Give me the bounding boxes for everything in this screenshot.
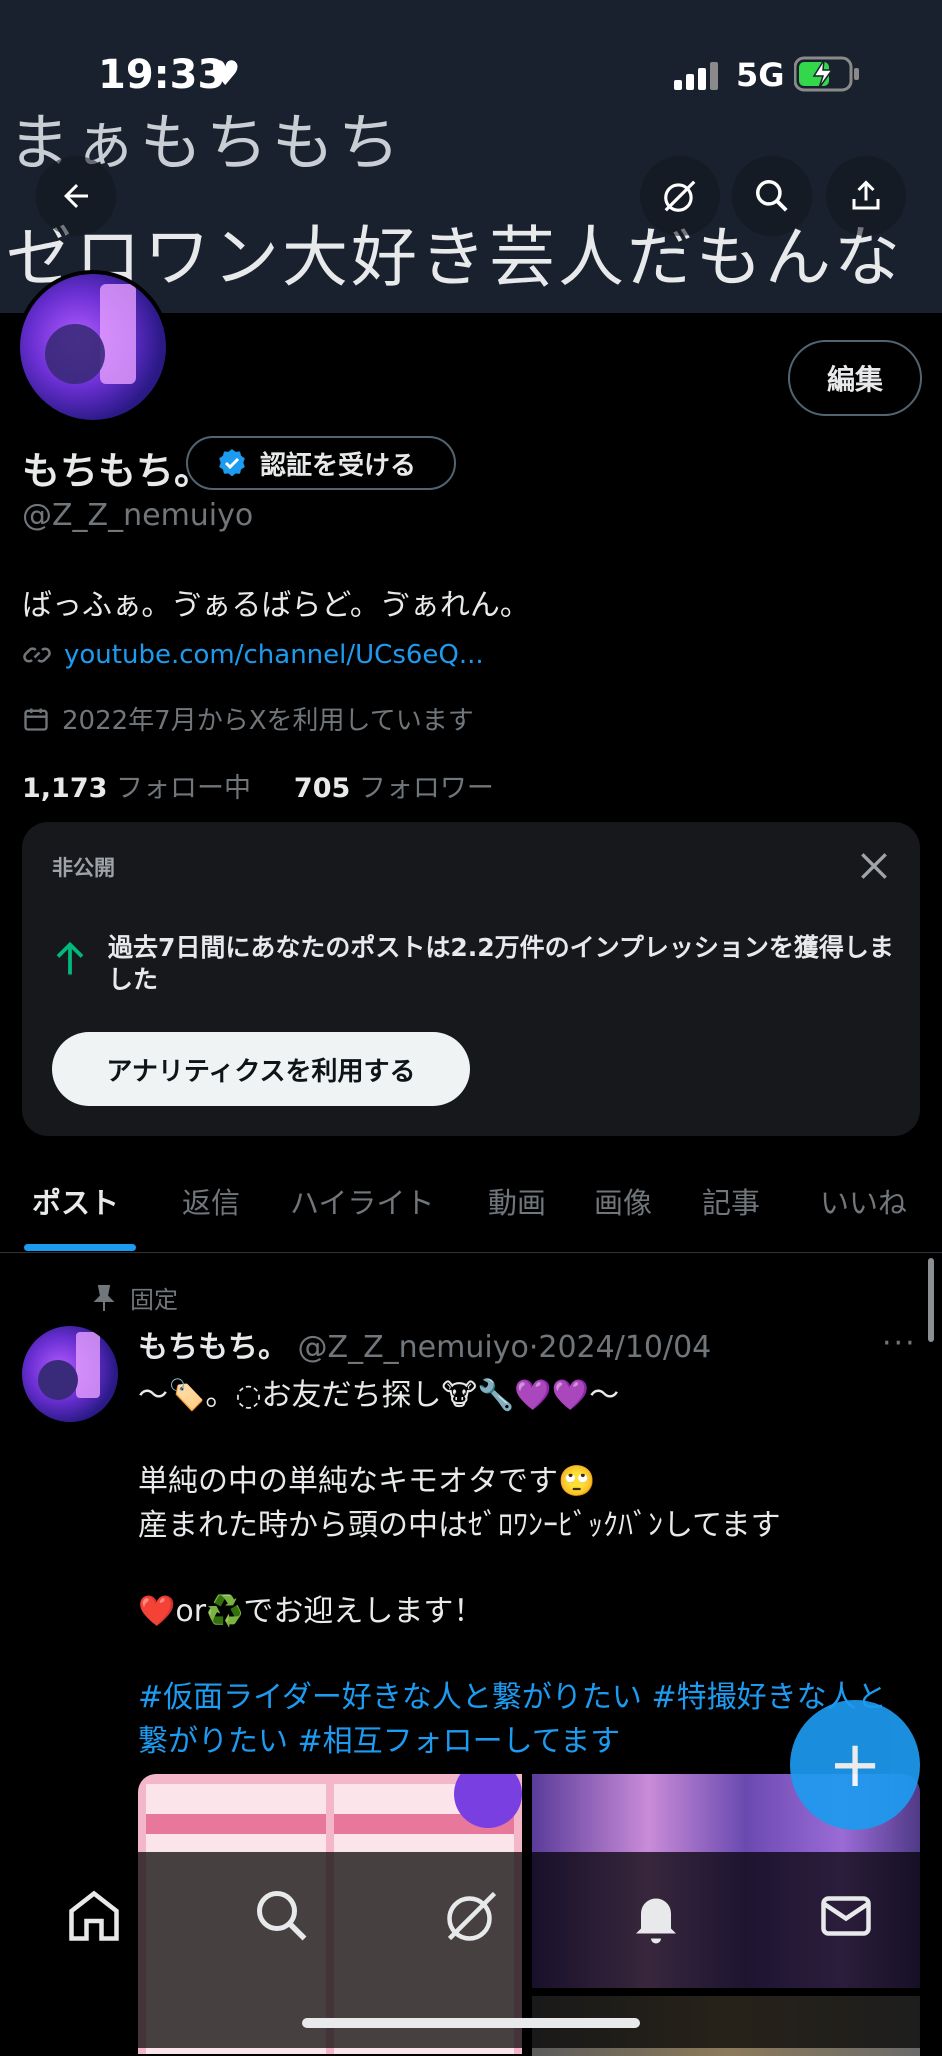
pinned-label: 固定 (130, 1286, 178, 1314)
more-options-icon[interactable]: ··· (882, 1326, 917, 1361)
battery-icon (793, 56, 860, 96)
use-analytics-button[interactable]: アナリティクスを利用する (52, 1032, 470, 1106)
messages-icon[interactable] (816, 1886, 876, 1946)
profile-handle: @Z_Z_nemuiyo (22, 498, 254, 533)
link-icon (23, 647, 51, 663)
profile-link-row[interactable]: youtube.com/channel/UCs6eQ... (22, 640, 484, 670)
active-tab-indicator (24, 1244, 136, 1251)
joined-date-row: 2022年7月からXを利用しています (22, 700, 474, 737)
network-label: 5G (736, 56, 785, 94)
grok-icon[interactable] (442, 1886, 502, 1946)
close-icon (861, 853, 887, 879)
profile-link[interactable]: youtube.com/channel/UCs6eQ... (64, 640, 484, 670)
follow-stats: 1,173 フォロー中 705 フォロワー (22, 766, 494, 805)
scrollbar[interactable] (928, 1258, 934, 1342)
tab-replies[interactable]: 返信 (182, 1180, 240, 1222)
joined-date: 2022年7月からXを利用しています (62, 706, 474, 736)
post-hashtags[interactable]: #仮面ライダー好きな人と繋がりたい #特撮好きな人と繋がりたい #相互フォローし… (138, 1676, 898, 1764)
status-time: 19:33 (98, 52, 226, 98)
post-line: 〜🏷️。◌お友だち探し🐮🔧💜💜〜 (138, 1378, 620, 1413)
tab-posts[interactable]: ポスト (32, 1180, 119, 1222)
post-text[interactable]: 〜🏷️。◌お友だち探し🐮🔧💜💜〜 単純の中の単純なキモオタです🙄 産まれた時から… (138, 1374, 898, 1806)
post-author[interactable]: もちもち。 (138, 1330, 288, 1365)
pinned-indicator: 固定 (92, 1280, 178, 1315)
followers-link[interactable]: 705 フォロワー (294, 773, 494, 804)
notifications-icon[interactable] (626, 1886, 686, 1946)
grok-icon (664, 180, 696, 212)
search-icon (756, 180, 788, 212)
trend-up-icon (52, 938, 88, 978)
search-icon[interactable] (252, 1886, 312, 1946)
home-icon[interactable] (64, 1886, 124, 1946)
verified-badge-icon (219, 449, 245, 477)
heart-icon: ♥ (210, 54, 241, 94)
close-button[interactable] (854, 846, 894, 886)
share-button[interactable] (826, 156, 906, 236)
post-date[interactable]: 2024/10/04 (538, 1330, 711, 1365)
tab-photos[interactable]: 画像 (594, 1180, 652, 1222)
profile-bio: ばっふぁ。ゔぁるばらど。ゔぁれん。 (22, 588, 530, 623)
following-link[interactable]: 1,173 フォロー中 (22, 773, 251, 804)
profile-avatar[interactable] (16, 270, 170, 424)
analytics-message: 過去7日間にあなたのポストは2.2万件のインプレッションを獲得しました (108, 933, 894, 994)
search-button[interactable] (732, 156, 812, 236)
signal-icon (674, 62, 720, 94)
private-label: 非公開 (52, 856, 115, 880)
tab-likes[interactable]: いいね (820, 1180, 907, 1222)
post-line: ❤️or♻️でお迎えします！ (138, 1594, 484, 1629)
post-handle: @Z_Z_nemuiyo (297, 1330, 529, 1365)
back-button[interactable] (36, 156, 116, 236)
tab-articles[interactable]: 記事 (702, 1180, 760, 1222)
post-line: 産まれた時から頭の中はｾﾞﾛﾜﾝｰﾋﾞｯｸﾊﾞﾝしてます (138, 1508, 781, 1543)
analytics-card: 非公開 過去7日間にあなたのポストは2.2万件のインプレッションを獲得しました … (22, 822, 920, 1136)
calendar-icon (24, 708, 48, 731)
home-indicator[interactable] (302, 2018, 640, 2028)
post-line: 単純の中の単純なキモオタです🙄 (138, 1464, 596, 1499)
post-avatar[interactable] (22, 1326, 118, 1422)
get-verified-label: 認証を受ける (260, 450, 417, 481)
get-verified-button[interactable]: 認証を受ける (186, 436, 456, 490)
display-name: もちもち。 (22, 449, 213, 493)
post-header: もちもち。 @Z_Z_nemuiyo·2024/10/04 (138, 1330, 712, 1365)
back-icon (64, 184, 88, 208)
plus-icon: + (828, 1728, 882, 1802)
profile-tabs: ポスト 返信 ハイライト 動画 画像 記事 いいね (0, 1160, 942, 1253)
grok-button[interactable] (640, 156, 720, 236)
profile-banner[interactable]: まぁもちもち ゼロワン大好き芸人だもんな (0, 0, 942, 313)
pin-icon (93, 1284, 115, 1311)
compose-button[interactable]: + (790, 1700, 920, 1830)
tab-highlights[interactable]: ハイライト (290, 1180, 434, 1222)
edit-profile-button[interactable]: 編集 (788, 340, 922, 416)
share-icon (852, 180, 880, 210)
tab-videos[interactable]: 動画 (488, 1180, 546, 1222)
